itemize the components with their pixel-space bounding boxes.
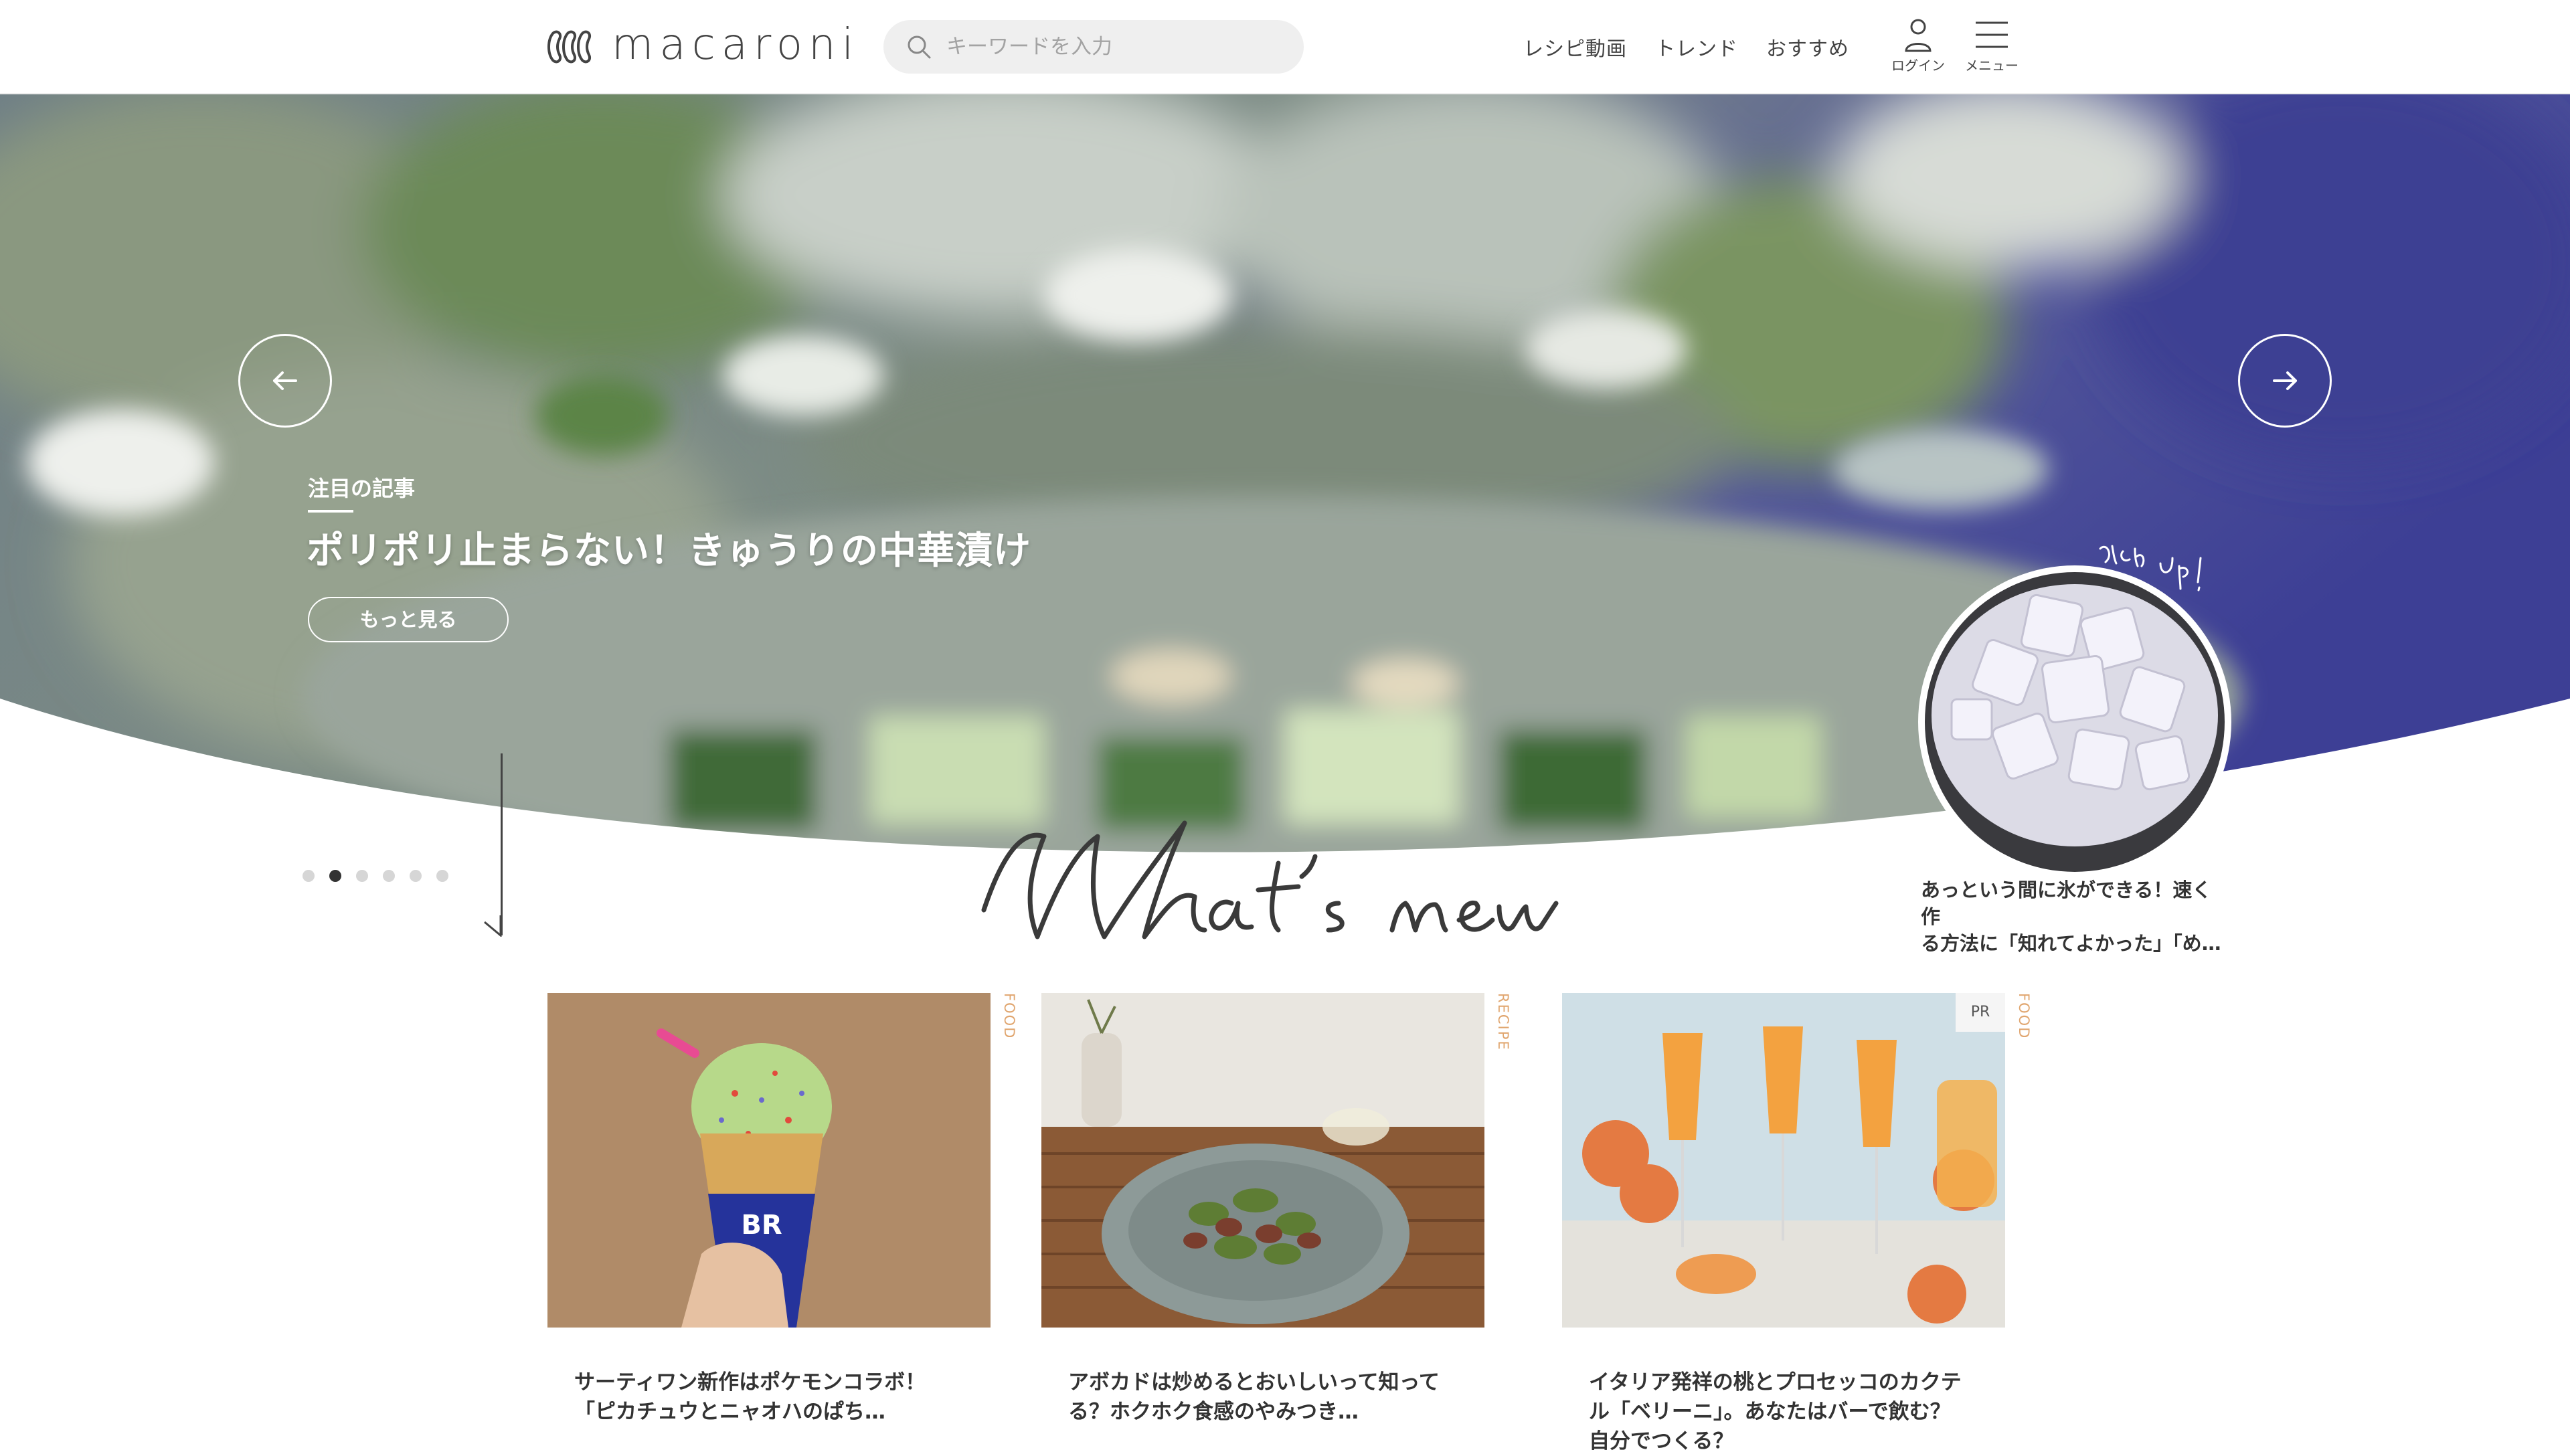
article-category: RECIPE	[1495, 993, 1511, 1051]
article-category: FOOD	[1001, 993, 1017, 1040]
hero-label-underline	[308, 510, 353, 513]
nav-recipe-videos[interactable]: レシピ動画	[1523, 32, 1627, 62]
menu-button[interactable]: メニュー	[1965, 17, 2019, 78]
hamburger-menu-icon	[1976, 21, 2008, 48]
article-title-line-2: る？ホクホク食感のやみつき…	[1068, 1400, 1359, 1424]
arrow-right-icon	[2273, 371, 2297, 390]
bellini-cocktail-image	[1562, 993, 2005, 1328]
article-title-line-2: ル「ベリーニ」。あなたはバーで飲む？	[1589, 1400, 1951, 1424]
pagination-dot[interactable]	[303, 870, 315, 882]
article-thumbnail: PR	[1562, 993, 2005, 1328]
search-icon	[908, 35, 931, 59]
pagination-dot-active[interactable]	[329, 870, 341, 882]
nav-recommended[interactable]: おすすめ	[1766, 32, 1849, 62]
article-thumbnail: BR	[547, 993, 991, 1328]
search-input[interactable]	[946, 29, 1281, 64]
pr-badge: PR	[1956, 993, 2005, 1032]
pickup-script-label	[2099, 545, 2202, 592]
site-logo[interactable]: macaroni	[547, 20, 853, 70]
hero-title[interactable]: ポリポリ止まらない！きゅうりの中華漬け	[307, 521, 1031, 575]
article-card[interactable]: PR FOOD イタリア発祥の桃とプロセッコのカクテ ル「ベリーニ」。あなたはバ…	[1562, 993, 2032, 1453]
hero-pagination	[303, 870, 448, 882]
pickup-caption[interactable]: あっという間に氷ができる！速く作 る方法に「知れてよかった」「め…	[1921, 877, 2229, 957]
svg-text:BR: BR	[741, 1210, 782, 1241]
article-title: サーティワン新作はポケモンコラボ！ 「ピカチュウとニャオハのぱち…	[574, 1368, 976, 1427]
ice-cream-cone-image: BR	[547, 993, 991, 1328]
pagination-dot[interactable]	[356, 870, 368, 882]
nav-trend[interactable]: トレンド	[1655, 32, 1738, 62]
pickup-image[interactable]	[1918, 565, 2231, 879]
article-thumbnail	[1041, 993, 1484, 1328]
login-label: ログイン	[1891, 58, 1945, 74]
hero-section-label: 注目の記事	[308, 476, 416, 501]
article-title-line-1: アボカドは炒めるとおいしいって知って	[1068, 1370, 1440, 1394]
article-title-line-2: 「ピカチュウとニャオハのぱち…	[574, 1400, 885, 1424]
menu-label: メニュー	[1965, 58, 2019, 74]
search-box[interactable]	[883, 20, 1304, 74]
avocado-dish-image	[1041, 993, 1484, 1328]
user-icon	[1905, 19, 1932, 52]
logo-text: macaroni	[612, 20, 860, 70]
article-title-line-3: 自分でつくる？	[1589, 1429, 1734, 1453]
hero-prev-button[interactable]	[238, 334, 332, 428]
pickup-caption-line-1: あっという間に氷ができる！速く作	[1921, 879, 2212, 928]
article-category: FOOD	[2016, 993, 2032, 1040]
scroll-indicator-line	[501, 753, 503, 935]
article-title-line-1: サーティワン新作はポケモンコラボ！	[574, 1370, 926, 1394]
whats-new-heading	[981, 820, 1559, 939]
article-card[interactable]: RECIPE アボカドは炒めるとおいしいって知って る？ホクホク食感のやみつき…	[1041, 993, 1511, 1424]
hero-more-button[interactable]: もっと見る	[308, 597, 509, 642]
site-header: macaroni レシピ動画 トレンド おすすめ ログイン メニュー	[0, 0, 2570, 94]
article-title: イタリア発祥の桃とプロセッコのカクテ ル「ベリーニ」。あなたはバーで飲む？ 自分…	[1589, 1368, 1990, 1456]
scroll-down-icon	[484, 915, 502, 937]
article-title: アボカドは炒めるとおいしいって知って る？ホクホク食感のやみつき…	[1068, 1368, 1470, 1427]
arrow-left-icon	[273, 371, 297, 390]
ice-cubes-image	[1925, 572, 2225, 872]
article-title-line-1: イタリア発祥の桃とプロセッコのカクテ	[1589, 1370, 1962, 1394]
hero-next-button[interactable]	[2238, 334, 2332, 428]
pickup-caption-line-2: る方法に「知れてよかった」「め…	[1921, 932, 2221, 955]
login-button[interactable]: ログイン	[1891, 17, 1945, 78]
pagination-dot[interactable]	[410, 870, 422, 882]
logo-mark-icon	[547, 30, 591, 64]
pagination-dot[interactable]	[383, 870, 395, 882]
article-card[interactable]: BR FOOD サーティワン新作はポケモンコラボ！ 「ピカチュウとニャオハのぱち…	[547, 993, 1017, 1424]
main-nav: レシピ動画 トレンド おすすめ	[1523, 32, 1849, 62]
pagination-dot[interactable]	[436, 870, 448, 882]
